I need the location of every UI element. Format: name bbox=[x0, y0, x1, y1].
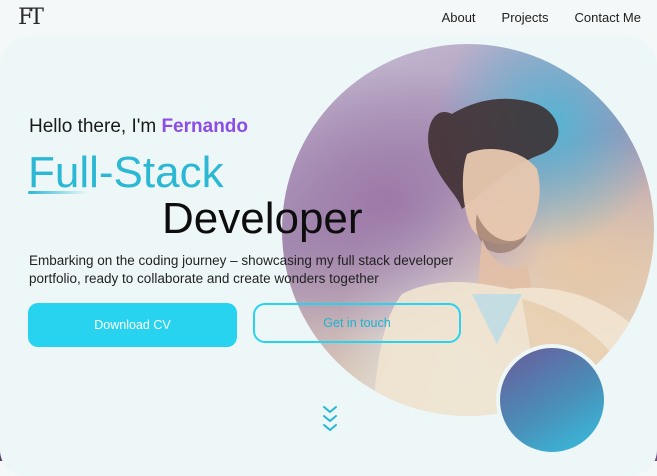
download-cv-button[interactable]: Download CV bbox=[28, 303, 237, 347]
nav-contact[interactable]: Contact Me bbox=[575, 10, 641, 26]
hero-title-line2: Developer bbox=[162, 194, 363, 243]
top-nav: About Projects Contact Me bbox=[442, 10, 641, 26]
greeting-prefix: Hello there, I'm bbox=[29, 116, 162, 137]
decorative-circle bbox=[500, 348, 604, 452]
hero-description: Embarking on the coding journey – showca… bbox=[29, 253, 453, 286]
greeting-name: Fernando bbox=[161, 116, 249, 137]
logo-text: FT bbox=[18, 5, 44, 30]
title-underline bbox=[28, 191, 88, 194]
site-logo[interactable]: FT bbox=[18, 4, 58, 32]
chevrons-down-svg bbox=[323, 406, 337, 431]
nav-projects[interactable]: Projects bbox=[502, 10, 549, 26]
hero-greeting: Hello there, I'm Fernando bbox=[29, 116, 248, 138]
nav-about[interactable]: About bbox=[442, 10, 476, 26]
chevrons-down-icon[interactable] bbox=[321, 404, 339, 436]
get-in-touch-button[interactable]: Get in touch bbox=[253, 303, 461, 343]
